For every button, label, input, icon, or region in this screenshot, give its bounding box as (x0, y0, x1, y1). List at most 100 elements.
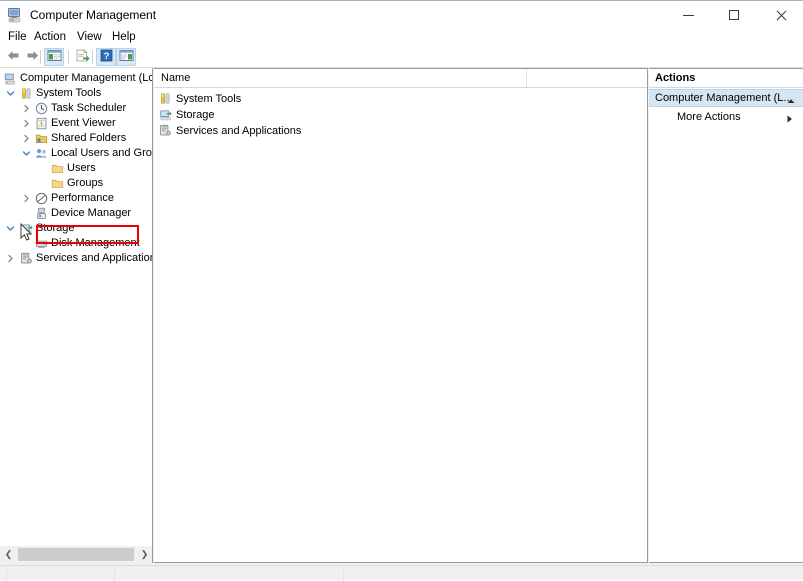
status-separator (343, 566, 344, 581)
action-item-more-actions[interactable]: More Actions (649, 109, 803, 127)
menu-item-file[interactable]: File (4, 30, 31, 44)
services-icon (20, 252, 33, 265)
tree-item-storage[interactable]: Storage (0, 221, 152, 236)
tree-pane-icon (47, 49, 62, 65)
minimize-icon (682, 14, 694, 16)
device-manager-icon (35, 207, 48, 220)
menu-item-help[interactable]: Help (108, 30, 140, 44)
window-title: Computer Management (30, 8, 157, 22)
chevron-right-icon[interactable] (22, 194, 31, 203)
list-column-header: Name (154, 69, 647, 88)
menu-item-action[interactable]: Action (30, 30, 70, 44)
disk-management-icon (35, 237, 48, 250)
tree-item-label: Storage (36, 222, 75, 234)
list-item[interactable]: Services and Applications (154, 123, 647, 139)
chevron-up-icon[interactable] (787, 95, 795, 103)
show-hide-tree-button[interactable] (44, 48, 64, 66)
action-pane-icon (119, 49, 134, 65)
list-item-label: Services and Applications (176, 125, 302, 137)
shared-folders-icon (35, 132, 48, 145)
close-icon (775, 10, 786, 21)
status-separator (6, 566, 7, 581)
export-document-icon (75, 49, 90, 65)
tree-item-disk-management[interactable]: Disk Management (0, 236, 152, 251)
chevron-right-icon[interactable] (22, 134, 31, 143)
chevron-left-icon[interactable]: ❮ (0, 546, 17, 563)
scrollbar-thumb[interactable] (18, 548, 134, 561)
tree-item-local-users-and-groups[interactable]: Local Users and Groups (0, 146, 152, 161)
submenu-arrow-icon (787, 114, 793, 123)
chevron-down-icon[interactable] (6, 224, 15, 233)
event-viewer-icon (35, 117, 48, 130)
chevron-down-icon[interactable] (6, 89, 15, 98)
tree-item-label: Disk Management (51, 237, 140, 249)
services-icon (159, 124, 172, 137)
menu-item-view[interactable]: View (73, 30, 106, 44)
tree-item-task-scheduler[interactable]: Task Scheduler (0, 101, 152, 116)
list-item[interactable]: System Tools (154, 91, 647, 107)
column-header-blank[interactable] (527, 69, 647, 87)
question-mark-icon: ? (100, 49, 113, 65)
computer-management-window: Computer Management File Action View Hel… (0, 0, 803, 581)
maximize-icon (729, 10, 739, 20)
export-list-button[interactable] (72, 48, 92, 66)
tree-item-system-tools[interactable]: System Tools (0, 86, 152, 101)
system-tools-icon (159, 92, 172, 105)
action-item-label: More Actions (677, 111, 741, 123)
tree-item-label: Services and Applications (36, 252, 153, 264)
tree-item-shared-folders[interactable]: Shared Folders (0, 131, 152, 146)
maximize-button[interactable] (711, 1, 757, 29)
tree-item-label: Local Users and Groups (51, 147, 152, 159)
tree-item-label: Groups (67, 177, 104, 189)
details-list-pane: Name System Tools Storage Services and A… (154, 68, 648, 563)
close-button[interactable] (757, 1, 803, 29)
chevron-right-icon[interactable] (22, 104, 31, 113)
chevron-right-icon[interactable] (6, 254, 15, 263)
tree-item-event-viewer[interactable]: Event Viewer (0, 116, 152, 131)
tree-item-label: Shared Folders (51, 132, 127, 144)
tree-item-computer-management[interactable]: Computer Management (Local (0, 71, 152, 86)
tree-item-label: Device Manager (51, 207, 132, 219)
menu-bar: File Action View Help (0, 28, 803, 46)
minimize-button[interactable] (665, 1, 711, 29)
actions-group-label: Computer Management (L... (655, 92, 793, 104)
tree-item-groups[interactable]: Groups (0, 176, 152, 191)
column-header-name[interactable]: Name (154, 69, 527, 87)
tree-item-label: Event Viewer (51, 117, 116, 129)
folder-icon (51, 162, 64, 175)
chevron-right-icon[interactable] (22, 119, 31, 128)
main-body: Computer Management (Local System Tools (0, 68, 803, 565)
list-item[interactable]: Storage (154, 107, 647, 123)
list-item-label: Storage (176, 109, 215, 121)
arrow-right-icon (25, 49, 40, 65)
tree-item-label: Task Scheduler (51, 102, 127, 114)
actions-group-computer-management[interactable]: Computer Management (L... (649, 89, 803, 107)
forward-button[interactable] (22, 48, 42, 66)
tree-item-device-manager[interactable]: Device Manager (0, 206, 152, 221)
tree-item-label: System Tools (36, 87, 102, 99)
users-groups-icon (35, 147, 48, 160)
chevron-right-icon[interactable]: ❯ (136, 546, 153, 563)
tree-item-label: Computer Management (Local (20, 72, 153, 84)
tree-item-performance[interactable]: Performance (0, 191, 152, 206)
back-button[interactable] (3, 48, 23, 66)
tree-item-services-and-applications[interactable]: Services and Applications (0, 251, 152, 266)
toolbar-separator (40, 50, 41, 64)
show-action-pane-button[interactable] (116, 48, 136, 66)
tree-item-label: Users (67, 162, 96, 174)
computer-management-icon (7, 7, 23, 23)
clock-icon (35, 102, 48, 115)
folder-icon (51, 177, 64, 190)
performance-icon (35, 192, 48, 205)
help-button[interactable]: ? (96, 48, 116, 66)
title-bar: Computer Management (0, 0, 803, 28)
tree-horizontal-scrollbar[interactable]: ❮ ❯ (0, 546, 153, 563)
actions-pane: Actions Computer Management (L... More A… (649, 68, 803, 563)
status-bar (0, 565, 803, 581)
chevron-down-icon[interactable] (22, 149, 31, 158)
storage-icon (20, 222, 33, 235)
console-tree-pane: Computer Management (Local System Tools (0, 68, 153, 546)
status-separator (114, 566, 115, 581)
actions-pane-title: Actions (649, 69, 803, 88)
tree-item-users[interactable]: Users (0, 161, 152, 176)
